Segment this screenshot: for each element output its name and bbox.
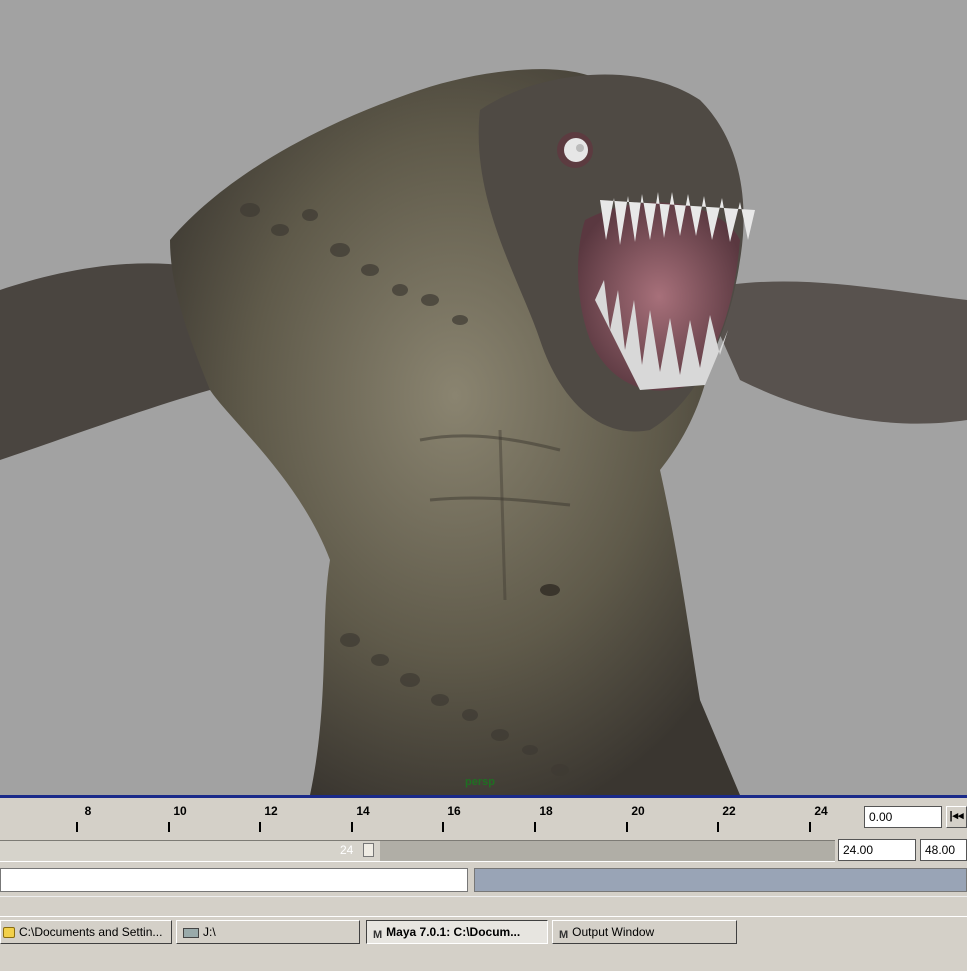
time-tick: [717, 822, 719, 832]
playback-end-field[interactable]: 24.00: [838, 839, 916, 861]
time-slider[interactable]: 8 10 12 14 16 18 20 22 24: [0, 798, 860, 836]
taskbar-item-maya[interactable]: M Maya 7.0.1: C:\Docum...: [366, 920, 548, 944]
time-tick-label: 20: [631, 804, 645, 818]
time-tick-label: 8: [84, 804, 92, 818]
folder-icon: [3, 927, 15, 938]
camera-name-label: persp: [465, 776, 495, 788]
maya-icon: M: [373, 929, 383, 941]
step-back-icon: |◂◂: [949, 810, 964, 822]
time-tick: [351, 822, 353, 832]
range-bar-end-label: 24: [340, 843, 354, 857]
animation-end-field[interactable]: 48.00: [920, 839, 967, 861]
time-tick-label: 18: [539, 804, 553, 818]
time-tick: [442, 822, 444, 832]
time-tick: [626, 822, 628, 832]
creature-model: [0, 69, 967, 795]
range-slider-bar[interactable]: [0, 841, 380, 861]
time-tick-label: 12: [264, 804, 278, 818]
step-back-button[interactable]: |◂◂: [946, 806, 967, 828]
taskbar-item-drive-j[interactable]: J:\: [176, 920, 360, 944]
time-tick: [168, 822, 170, 832]
time-tick-label: 22: [722, 804, 736, 818]
time-tick: [809, 822, 811, 832]
time-tick-label: 10: [173, 804, 187, 818]
help-line: [0, 896, 967, 917]
time-tick: [259, 822, 261, 832]
time-tick: [534, 822, 536, 832]
taskbar-item-output-window[interactable]: M Output Window: [552, 920, 737, 944]
time-tick-label: 14: [356, 804, 370, 818]
maya-icon: M: [559, 929, 569, 941]
range-slider-handle[interactable]: [363, 843, 374, 857]
time-tick-label: 24: [814, 804, 828, 818]
command-result-field: [474, 868, 967, 892]
time-tick: [76, 822, 78, 832]
command-line-input[interactable]: [0, 868, 468, 892]
time-tick-label: 16: [447, 804, 461, 818]
taskbar-item-documents[interactable]: C:\Documents and Settin...: [0, 920, 172, 944]
current-time-field[interactable]: 0.00: [864, 806, 942, 828]
perspective-viewport[interactable]: persp: [0, 0, 967, 795]
drive-icon: [183, 928, 199, 938]
